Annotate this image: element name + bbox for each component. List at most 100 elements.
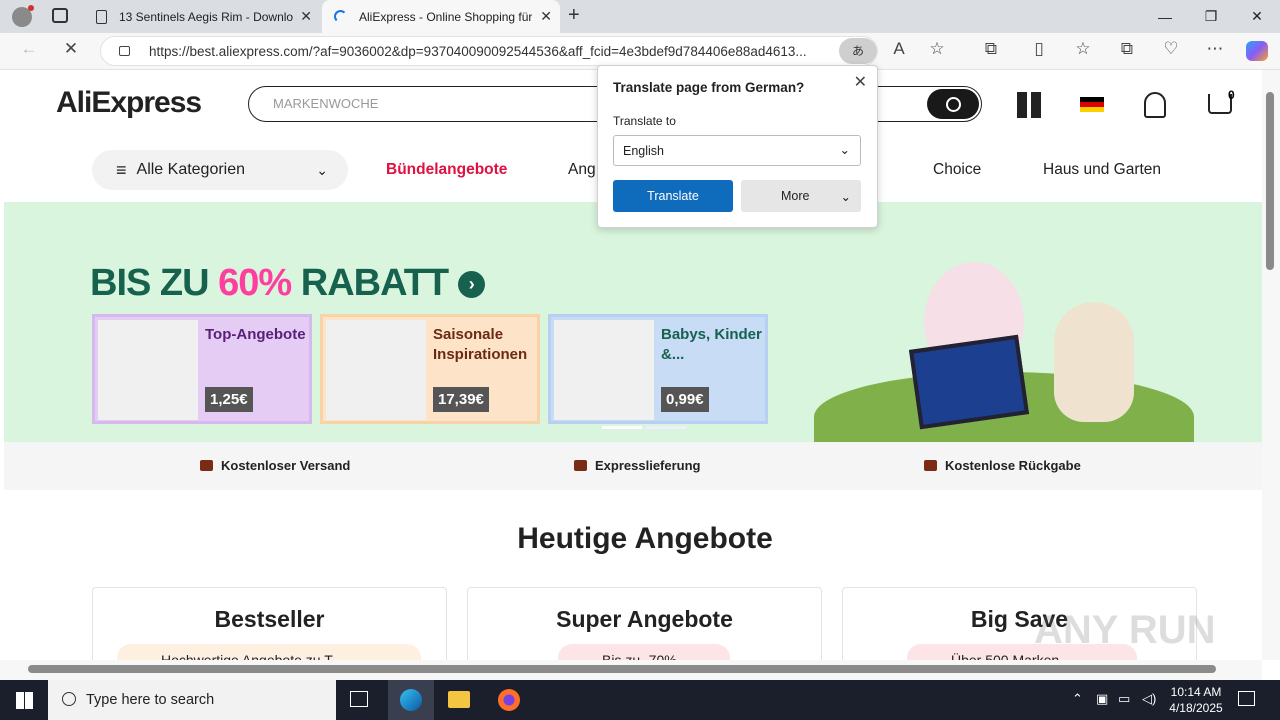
aliexpress-logo[interactable]: AliExpress bbox=[56, 86, 202, 120]
nav-link-choice[interactable]: Choice bbox=[933, 161, 981, 179]
translate-to-label: Translate to bbox=[613, 114, 676, 128]
translate-button[interactable]: Translate bbox=[613, 180, 733, 212]
deal-title: Super Angebote bbox=[556, 606, 733, 632]
all-categories-button[interactable]: ≡ Alle Kategorien ⌄ bbox=[92, 150, 348, 190]
new-tab-button[interactable]: + bbox=[568, 4, 580, 27]
windows-start-icon[interactable] bbox=[16, 692, 33, 709]
deal-card-top[interactable]: Top-Angebote 1,25€ bbox=[92, 314, 312, 424]
favorites-icon[interactable]: ☆ bbox=[1070, 39, 1096, 59]
free-shipping: Kostenloser Versand bbox=[200, 458, 350, 473]
tab-13-sentinels[interactable]: 13 Sentinels Aegis Rim - Downlo ✕ bbox=[84, 0, 320, 33]
deal-pill[interactable]: Bis zu -70% bbox=[558, 644, 730, 660]
card-title: Top-Angebote bbox=[205, 326, 306, 343]
product-image bbox=[98, 320, 198, 420]
truck-icon bbox=[200, 460, 213, 471]
easter-bunny-illustration bbox=[814, 242, 1212, 462]
settings-more-icon[interactable]: ⋯ bbox=[1202, 39, 1228, 59]
chevron-up-icon[interactable]: ⌃ bbox=[1072, 691, 1083, 707]
lock-icon[interactable] bbox=[119, 46, 130, 56]
translate-icon[interactable]: あ bbox=[839, 38, 877, 64]
page-icon bbox=[96, 9, 107, 24]
close-tab-icon[interactable]: ✕ bbox=[300, 8, 312, 25]
tab-title: AliExpress - Online Shopping für bbox=[359, 9, 533, 24]
carousel-indicator[interactable] bbox=[602, 426, 642, 429]
network-icon[interactable]: ▭ bbox=[1118, 691, 1130, 707]
browser-title-bar: 13 Sentinels Aegis Rim - Downlo ✕ AliExp… bbox=[0, 0, 1280, 33]
close-icon[interactable]: ✕ bbox=[854, 72, 867, 92]
deal-pill[interactable]: Hochwertige Angebote zu T... bbox=[117, 644, 421, 660]
bunny-figure bbox=[1054, 302, 1134, 422]
express-delivery: Expresslieferung bbox=[574, 458, 701, 473]
url-text[interactable]: https://best.aliexpress.com/?af=9036002&… bbox=[149, 44, 839, 59]
edge-icon bbox=[400, 689, 422, 711]
tab-actions-icon[interactable] bbox=[52, 8, 68, 23]
address-bar[interactable]: https://best.aliexpress.com/?af=9036002&… bbox=[100, 36, 878, 66]
collections-icon[interactable]: ⧉ bbox=[1114, 39, 1140, 59]
product-image bbox=[326, 320, 426, 420]
back-button[interactable]: ← bbox=[16, 39, 42, 59]
card-price: 1,25€ bbox=[205, 387, 253, 412]
tab-title: 13 Sentinels Aegis Rim - Downlo bbox=[119, 9, 294, 24]
package-icon bbox=[574, 460, 587, 471]
product-image bbox=[554, 320, 654, 420]
promo-banner[interactable]: BIS ZU 60% RABATT › Top-Angebote 1,25€ S… bbox=[4, 202, 1262, 462]
nav-link-home-garden[interactable]: Haus und Garten bbox=[1043, 161, 1161, 179]
search-icon bbox=[62, 692, 76, 706]
edge-taskbar-icon[interactable] bbox=[388, 680, 434, 720]
deal-card-babies[interactable]: Babys, Kinder &... 0,99€ bbox=[548, 314, 768, 424]
chevron-down-icon: ⌄ bbox=[839, 143, 850, 157]
copilot-icon[interactable] bbox=[1246, 41, 1268, 61]
stop-loading-button[interactable]: ✕ bbox=[58, 39, 84, 59]
task-view-icon[interactable] bbox=[350, 691, 368, 707]
account-icon[interactable] bbox=[1144, 92, 1166, 118]
restore-button[interactable]: ❐ bbox=[1188, 0, 1234, 33]
taskbar-search[interactable]: Type here to search bbox=[48, 680, 336, 720]
windows-taskbar: Type here to search ⌃ ▣ ▭ ◁) 10:14 AM 4/… bbox=[0, 680, 1280, 720]
card-title: Saisonale Inspirationen bbox=[433, 326, 528, 363]
translate-title: Translate page from German? bbox=[613, 80, 805, 95]
clock[interactable]: 10:14 AM 4/18/2025 bbox=[1166, 684, 1226, 716]
notifications-icon[interactable] bbox=[1238, 691, 1255, 706]
device-icon[interactable]: ▣ bbox=[1096, 691, 1108, 707]
firefox-icon[interactable] bbox=[498, 689, 520, 711]
search-button[interactable] bbox=[927, 89, 979, 119]
germany-flag-icon[interactable] bbox=[1080, 97, 1104, 112]
file-explorer-icon[interactable] bbox=[448, 691, 470, 708]
free-returns: Kostenlose Rückgabe bbox=[924, 458, 1081, 473]
favorite-star-icon[interactable]: ☆ bbox=[924, 39, 950, 59]
language-select[interactable]: English ⌄ bbox=[613, 135, 861, 166]
split-screen-icon[interactable]: ▯ bbox=[1026, 39, 1052, 59]
qr-code-icon[interactable] bbox=[1017, 92, 1043, 118]
tablet-device bbox=[908, 334, 1030, 430]
notification-dot bbox=[28, 5, 34, 11]
deal-block-super[interactable]: Super Angebote Bis zu -70% bbox=[467, 587, 822, 660]
tab-aliexpress[interactable]: AliExpress - Online Shopping für ✕ bbox=[322, 0, 560, 33]
more-button[interactable]: More ⌄ bbox=[741, 180, 861, 212]
scroll-thumb[interactable] bbox=[1266, 92, 1274, 270]
extensions-icon[interactable]: ⧉ bbox=[978, 39, 1004, 59]
section-title: Heutige Angebote bbox=[517, 522, 773, 555]
banner-headline: BIS ZU 60% RABATT › bbox=[90, 262, 485, 305]
scroll-thumb[interactable] bbox=[28, 665, 1216, 673]
carousel-indicator[interactable] bbox=[646, 426, 686, 429]
return-box-icon bbox=[924, 460, 937, 471]
close-window-button[interactable]: ✕ bbox=[1234, 0, 1280, 33]
anyrun-watermark: ANY RUN bbox=[1034, 608, 1216, 652]
deal-title: Bestseller bbox=[214, 606, 325, 632]
horizontal-scrollbar[interactable] bbox=[0, 660, 1262, 680]
browser-essentials-icon[interactable]: ♡ bbox=[1158, 39, 1184, 59]
arrow-right-icon[interactable]: › bbox=[457, 271, 485, 299]
nav-link-bundle-deals[interactable]: Bündelangebote bbox=[386, 161, 507, 179]
volume-icon[interactable]: ◁) bbox=[1142, 691, 1156, 707]
deal-block-bestseller[interactable]: Bestseller Hochwertige Angebote zu T... bbox=[92, 587, 447, 660]
translate-popup: Translate page from German? ✕ Translate … bbox=[597, 65, 878, 228]
read-aloud-icon[interactable]: A bbox=[886, 39, 912, 59]
nav-link-truncated[interactable]: Ang bbox=[568, 161, 596, 179]
card-price: 17,39€ bbox=[433, 387, 489, 412]
categories-label: Alle Kategorien bbox=[136, 161, 246, 178]
minimize-button[interactable]: — bbox=[1142, 0, 1188, 33]
card-title: Babys, Kinder &... bbox=[661, 326, 762, 363]
deal-card-seasonal[interactable]: Saisonale Inspirationen 17,39€ bbox=[320, 314, 540, 424]
vertical-scrollbar[interactable] bbox=[1262, 70, 1280, 660]
close-tab-icon[interactable]: ✕ bbox=[540, 8, 552, 25]
